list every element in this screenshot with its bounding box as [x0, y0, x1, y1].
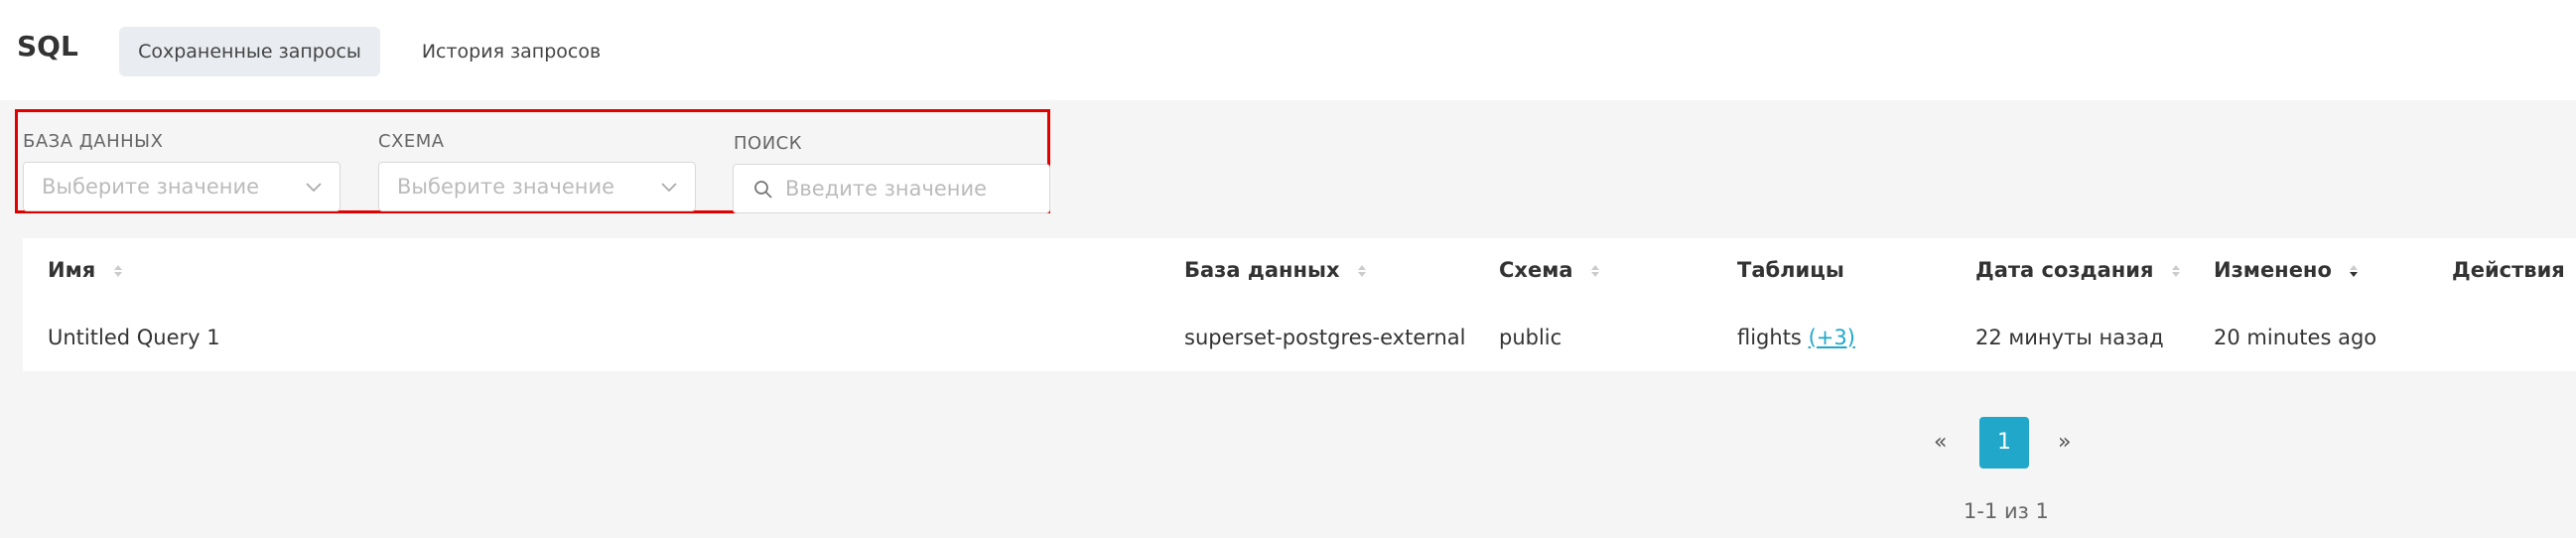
schema-select-placeholder: Выберите значение [397, 175, 615, 199]
column-header-created-label: Дата создания [1975, 258, 2154, 282]
search-filter-label: ПОИСК [734, 133, 803, 154]
pagination-page-1[interactable]: 1 [1979, 417, 2029, 469]
schema-filter-label: СХЕМА [378, 131, 445, 152]
sort-icon [1590, 265, 1599, 277]
table-cell-schema: public [1499, 326, 1562, 349]
database-filter-label: БАЗА ДАННЫХ [23, 131, 164, 152]
sort-icon [1357, 265, 1366, 277]
column-header-name-label: Имя [48, 258, 96, 282]
search-input[interactable]: Введите значение [733, 164, 1050, 213]
pagination-next-button[interactable]: » [2058, 430, 2071, 455]
search-input-placeholder: Введите значение [785, 177, 988, 201]
table-cell-database: superset-postgres-external [1184, 326, 1466, 349]
database-select[interactable]: Выберите значение [23, 162, 340, 211]
chevron-down-icon [306, 183, 322, 193]
chevron-down-icon [661, 183, 677, 193]
sort-icon [2171, 265, 2180, 277]
tab-saved-queries[interactable]: Сохраненные запросы [119, 27, 380, 76]
table-cell-name[interactable]: Untitled Query 1 [48, 326, 220, 349]
column-header-schema-label: Схема [1499, 258, 1573, 282]
page-title: SQL [17, 30, 78, 63]
column-header-database[interactable]: База данных [1184, 258, 1367, 282]
table-cell-created: 22 минуты назад [1975, 326, 2164, 349]
schema-select[interactable]: Выберите значение [378, 162, 696, 211]
database-select-placeholder: Выберите значение [42, 175, 260, 199]
column-header-modified-label: Изменено [2214, 258, 2332, 282]
table-cell-tables: flights (+3) [1737, 326, 1855, 349]
column-header-modified[interactable]: Изменено [2214, 258, 2359, 282]
table-cell-tables-name: flights [1737, 326, 1802, 349]
sort-icon [113, 265, 122, 277]
column-header-schema[interactable]: Схема [1499, 258, 1600, 282]
column-header-tables: Таблицы [1737, 258, 1844, 282]
table-cell-modified: 20 minutes ago [2214, 326, 2377, 349]
sort-descending-icon [2350, 265, 2359, 277]
pagination-prev-button[interactable]: « [1934, 430, 1947, 455]
search-icon [754, 181, 772, 199]
column-header-name[interactable]: Имя [48, 258, 123, 282]
pagination-summary: 1-1 из 1 [1964, 499, 2049, 523]
tab-query-history[interactable]: История запросов [397, 27, 625, 76]
column-header-database-label: База данных [1184, 258, 1340, 282]
column-header-actions: Действия [2452, 258, 2565, 282]
top-navigation-bar [0, 0, 2576, 100]
column-header-created[interactable]: Дата создания [1975, 258, 2181, 282]
tables-more-link[interactable]: (+3) [1809, 326, 1855, 349]
